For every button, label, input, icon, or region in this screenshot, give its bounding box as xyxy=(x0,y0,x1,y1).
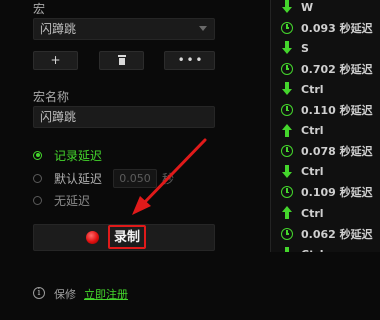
event-row[interactable]: Ctrl xyxy=(281,204,324,222)
trash-icon xyxy=(117,55,126,65)
radio-selected-icon xyxy=(33,150,42,160)
event-label: S xyxy=(301,41,309,55)
arrow-down-icon xyxy=(281,247,293,252)
arrow-down-icon xyxy=(281,164,293,179)
macro-select[interactable]: 闪蹲跳 xyxy=(33,18,215,40)
event-row[interactable]: Ctrl xyxy=(281,80,324,98)
arrow-down-icon xyxy=(281,0,293,14)
record-button[interactable]: 录制 xyxy=(33,224,215,251)
more-options-button[interactable]: • • • xyxy=(164,51,215,70)
event-label: 0.078 秒延迟 xyxy=(301,145,373,159)
macro-name-label: 宏名称 xyxy=(33,90,70,104)
radio-unselected-icon xyxy=(33,173,42,183)
event-label: 0.109 秒延迟 xyxy=(301,186,373,200)
arrow-up-icon xyxy=(281,206,293,220)
delay-unit-label: 秒 xyxy=(162,172,175,186)
add-macro-button[interactable]: + xyxy=(33,51,78,70)
event-row[interactable]: W xyxy=(281,0,313,16)
default-delay-input[interactable]: 0.050 xyxy=(113,169,157,188)
chevron-down-icon xyxy=(199,26,207,31)
info-icon: i xyxy=(33,287,45,299)
clock-icon xyxy=(281,62,293,75)
event-row[interactable]: Ctrl xyxy=(281,163,324,181)
clock-icon xyxy=(281,21,293,34)
clock-icon xyxy=(281,145,293,158)
event-label: 0.702 秒延迟 xyxy=(301,62,373,76)
no-delay-label: 无延迟 xyxy=(54,193,91,208)
event-label: Ctrl xyxy=(301,82,324,96)
record-dot-icon xyxy=(86,231,99,244)
event-label: 0.062 秒延迟 xyxy=(301,227,373,241)
footer-save-text: 保修 xyxy=(54,288,76,301)
radio-record-delay[interactable]: 记录延迟 xyxy=(33,147,102,163)
macro-section-label: 宏 xyxy=(33,2,46,16)
delete-macro-button[interactable] xyxy=(99,51,144,70)
radio-default-delay[interactable]: 默认延迟 xyxy=(33,170,102,186)
event-row[interactable]: 0.109 秒延迟 xyxy=(281,183,373,201)
macro-editor-panel: 宏 闪蹲跳 + • • • 宏名称 闪蹲跳 记录延迟 默认延迟 0.050 秒 … xyxy=(0,0,262,320)
event-list-panel[interactable]: W 0.093 秒延迟 S 0.702 秒延迟 Ctrl 0.110 秒延迟 Ctrl 0.0… xyxy=(270,0,380,252)
event-row[interactable]: Ctrl xyxy=(281,245,324,252)
event-label: Ctrl xyxy=(301,165,324,179)
clock-icon xyxy=(281,104,293,116)
event-label: Ctrl xyxy=(301,124,324,138)
event-row[interactable]: 0.702 秒延迟 xyxy=(281,60,373,78)
clock-icon xyxy=(281,186,293,199)
arrow-down-icon xyxy=(281,41,293,55)
radio-unselected-icon xyxy=(33,195,42,205)
event-label: W xyxy=(301,0,314,14)
event-label: Ctrl xyxy=(301,248,324,252)
event-row[interactable]: 0.078 秒延迟 xyxy=(281,142,373,160)
event-row[interactable]: 0.062 秒延迟 xyxy=(281,225,373,243)
arrow-up-icon xyxy=(281,123,293,138)
event-row[interactable]: 0.093 秒延迟 xyxy=(281,19,373,37)
arrow-down-icon xyxy=(281,82,293,96)
event-label: Ctrl xyxy=(301,206,324,220)
event-label: 0.110 秒延迟 xyxy=(301,104,373,117)
event-row[interactable]: Ctrl xyxy=(281,122,324,140)
default-delay-label: 默认延迟 xyxy=(54,171,103,186)
event-row[interactable]: S xyxy=(281,39,309,57)
record-delay-label: 记录延迟 xyxy=(54,148,103,163)
clock-icon xyxy=(281,227,293,240)
event-row[interactable]: 0.110 秒延迟 xyxy=(281,101,373,119)
event-label: 0.093 秒延迟 xyxy=(301,21,373,35)
record-label: 录制 xyxy=(108,225,147,249)
macro-select-value: 闪蹲跳 xyxy=(40,22,77,36)
register-link[interactable]: 立即注册 xyxy=(84,286,128,302)
radio-no-delay[interactable]: 无延迟 xyxy=(33,192,90,208)
macro-name-input[interactable]: 闪蹲跳 xyxy=(33,106,215,128)
